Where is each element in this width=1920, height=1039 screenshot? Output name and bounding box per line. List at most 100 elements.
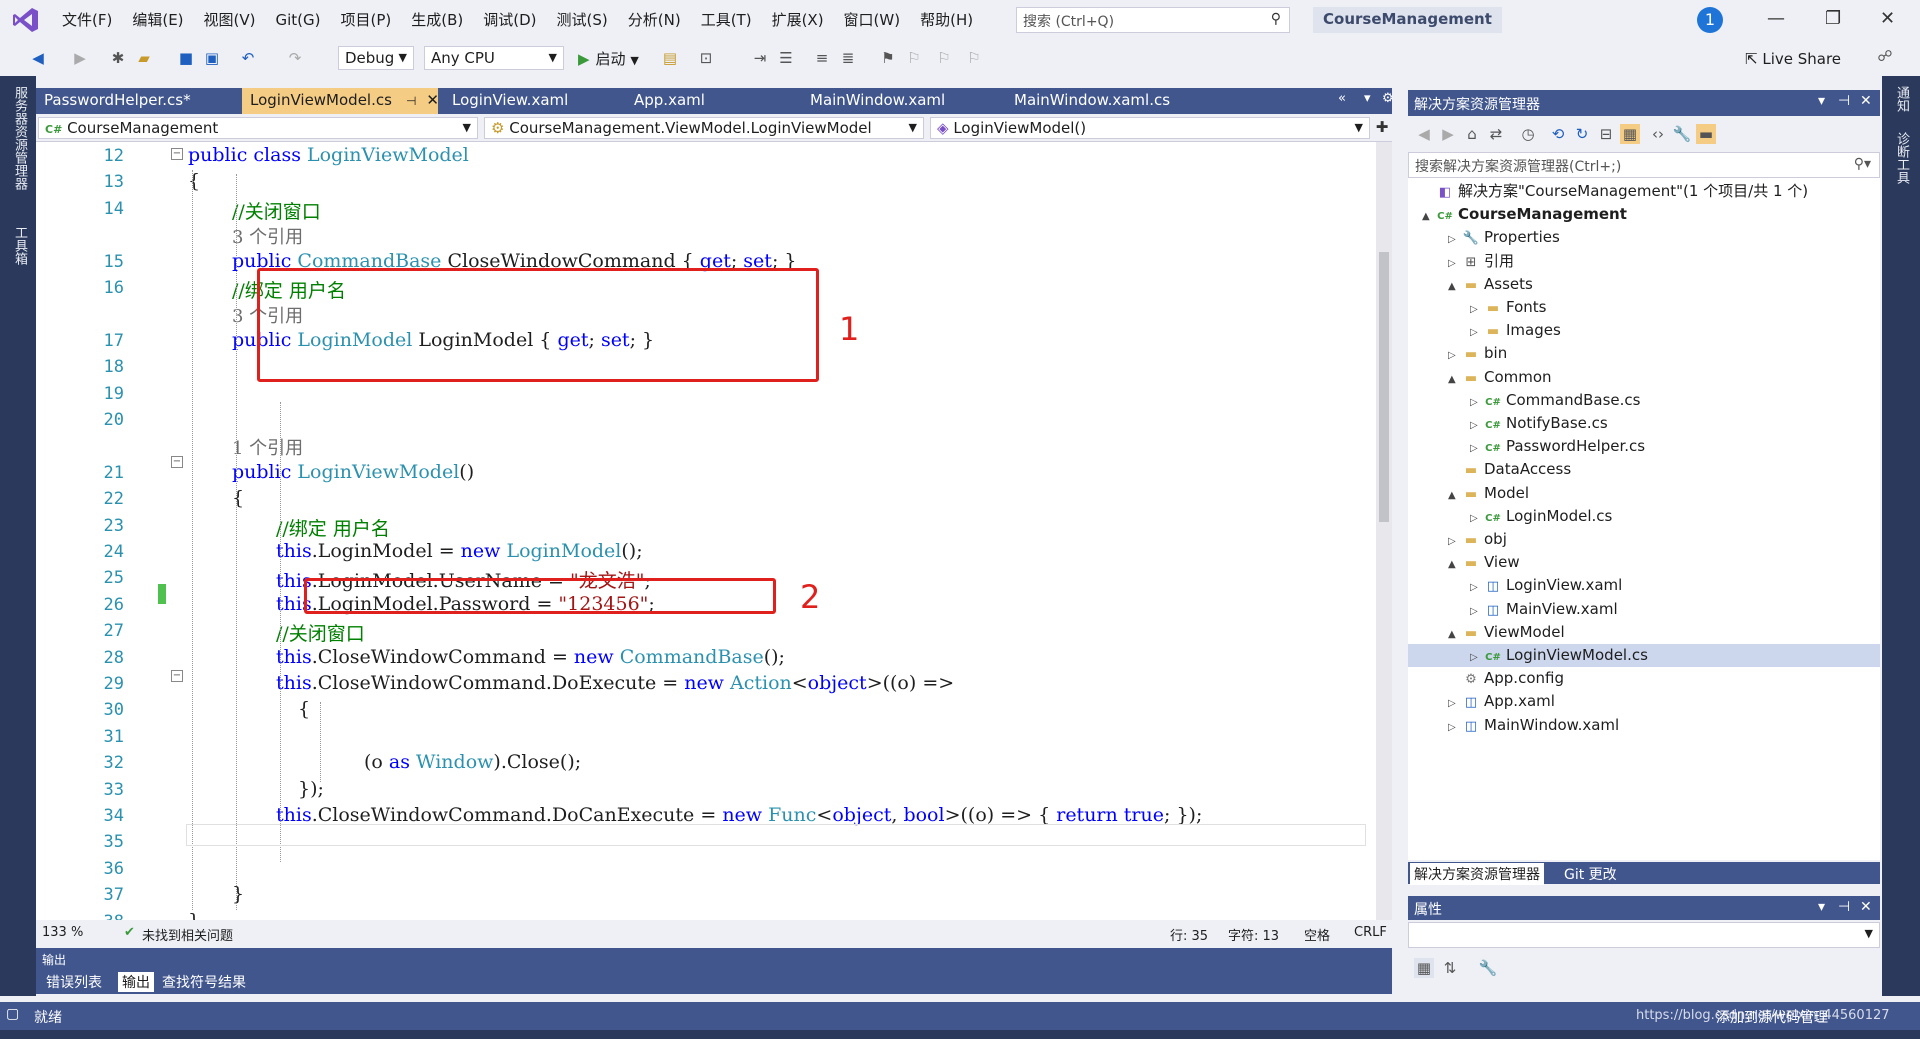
restore-icon[interactable]: ❐ (1825, 8, 1841, 29)
gear-icon[interactable]: ⚙ (1382, 91, 1394, 106)
diagnostic-tools-tab[interactable]: 诊断工具 (1892, 132, 1911, 184)
menu-item[interactable]: 测试(S) (547, 10, 618, 30)
tree-item[interactable]: ▷ C# CommandBase.cs (1408, 389, 1880, 412)
code-line[interactable]: this.CloseWindowCommand = new CommandBas… (276, 646, 785, 668)
menu-item[interactable]: 调试(D) (473, 10, 546, 30)
collapse-icon[interactable]: − (171, 670, 183, 682)
properties-object-select[interactable]: ▼ (1408, 922, 1880, 948)
collapsed-arrow-icon[interactable]: ▷ (1448, 716, 1462, 739)
tree-item[interactable]: ▷ ▬ obj (1408, 528, 1880, 551)
outdent-icon[interactable]: ≣ (838, 48, 858, 68)
sync-icon[interactable]: ⟲ (1548, 124, 1568, 144)
expanded-arrow-icon[interactable]: ▲ (1448, 484, 1462, 507)
indent-icon[interactable]: ≡ (812, 48, 832, 68)
bookmark-icon[interactable]: ⚑ (878, 48, 898, 68)
tab-passwordhelper[interactable]: PasswordHelper.cs* (36, 88, 242, 114)
collapsed-arrow-icon[interactable]: ▷ (1448, 228, 1462, 251)
code-line[interactable]: this.LoginModel = new LoginModel(); (276, 540, 643, 562)
code-line[interactable]: //绑定 用户名 (276, 514, 390, 541)
tree-item[interactable]: ▲ ▬ Assets (1408, 273, 1880, 296)
live-visual-tree-icon[interactable]: ⊡ (696, 48, 716, 68)
tab-solution-explorer[interactable]: 解决方案资源管理器 (1410, 863, 1544, 885)
format-icon[interactable]: ☰ (776, 48, 796, 68)
tree-item[interactable]: ▷ ▬ Images (1408, 319, 1880, 342)
close-icon[interactable]: ✕ (1880, 8, 1895, 29)
expanded-arrow-icon[interactable]: ▲ (1448, 623, 1462, 646)
close-tab-icon[interactable]: ✕ (426, 91, 439, 109)
alphabetical-icon[interactable]: ⇅ (1440, 958, 1460, 978)
tree-item[interactable]: ◧ 解决方案"CourseManagement"(1 个项目/共 1 个) (1408, 180, 1880, 203)
toolbox-tab[interactable]: 工具箱 (10, 226, 29, 265)
tree-item[interactable]: ▷ C# NotifyBase.cs (1408, 412, 1880, 435)
menu-item[interactable]: 扩展(X) (762, 10, 834, 30)
next-bookmark-icon[interactable]: ⚐ (934, 48, 954, 68)
save-all-icon[interactable]: ▣ (202, 48, 222, 68)
collapsed-arrow-icon[interactable]: ▷ (1470, 507, 1484, 530)
code-line[interactable]: this.CloseWindowCommand.DoExecute = new … (276, 672, 954, 694)
code-line[interactable]: { (188, 170, 200, 192)
code-editor[interactable]: 12 public class LoginViewModel 13{14//关闭窗口… (36, 142, 1376, 920)
pin-icon[interactable]: ⊣ (406, 94, 416, 108)
tab-mainwindow-xaml[interactable]: MainWindow.xaml (802, 88, 1002, 114)
save-icon[interactable]: ■ (176, 48, 196, 68)
zoom-level[interactable]: 133 % (42, 925, 83, 940)
tab-loginview-xaml[interactable]: LoginView.xaml (444, 88, 622, 114)
collapsed-arrow-icon[interactable]: ▷ (1448, 692, 1462, 715)
collapsed-arrow-icon[interactable]: ▷ (1448, 252, 1462, 275)
member-dropdown[interactable]: ◈ LoginViewModel() ▼ (930, 117, 1370, 139)
back-icon[interactable]: ◀ (1414, 124, 1434, 144)
minimize-icon[interactable]: — (1767, 8, 1785, 29)
live-share-button[interactable]: ⇱ Live Share (1745, 50, 1841, 68)
tab-loginviewmodel[interactable]: LoginViewModel.cs ⊣ ✕ (242, 88, 439, 114)
new-project-icon[interactable]: ✱ (108, 48, 128, 68)
code-line[interactable]: { (232, 487, 244, 509)
collapsed-arrow-icon[interactable]: ▷ (1470, 298, 1484, 321)
undo-icon[interactable]: ↶ (238, 48, 258, 68)
home-icon[interactable]: ⌂ (1462, 124, 1482, 144)
feedback-icon[interactable]: ☍ (1875, 46, 1895, 66)
expanded-arrow-icon[interactable]: ▲ (1448, 553, 1462, 576)
pin-icon[interactable]: ⊣ (1838, 899, 1850, 915)
project-dropdown[interactable]: C# CourseManagement ▼ (38, 117, 478, 139)
tree-item[interactable]: ▷ C# PasswordHelper.cs (1408, 435, 1880, 458)
add-to-source-control-button[interactable]: 添加到源代码管理 (1716, 1007, 1828, 1027)
close-icon[interactable]: ✕ (1860, 93, 1872, 109)
code-line[interactable]: { (298, 698, 310, 720)
code-line[interactable]: this.CloseWindowCommand.DoCanExecute = n… (276, 804, 1202, 826)
tree-item[interactable]: ▷ C# LoginModel.cs (1408, 505, 1880, 528)
tab-error-list[interactable]: 错误列表 (42, 972, 106, 992)
tab-app-xaml[interactable]: App.xaml (626, 88, 798, 114)
tree-item[interactable]: ▷ C# LoginViewModel.cs (1408, 644, 1880, 667)
search-box[interactable]: 搜索 (Ctrl+Q) ⚲ (1016, 7, 1290, 33)
pin-icon[interactable]: ⊣ (1838, 93, 1850, 109)
tree-item[interactable]: ⚙ App.config (1408, 667, 1880, 690)
tree-item[interactable]: ▷ ◫ MainWindow.xaml (1408, 714, 1880, 737)
tree-item[interactable]: ▲ C# CourseManagement (1408, 203, 1880, 226)
platform-select[interactable]: Any CPU ▼ (424, 46, 564, 70)
clear-bookmarks-icon[interactable]: ⚐ (964, 48, 984, 68)
code-line[interactable]: public class LoginViewModel (188, 144, 469, 166)
expanded-arrow-icon[interactable]: ▲ (1422, 205, 1436, 228)
menu-item[interactable]: 项目(P) (331, 10, 402, 30)
collapsed-arrow-icon[interactable]: ▷ (1448, 530, 1462, 553)
menu-item[interactable]: 文件(F) (52, 10, 122, 30)
tree-item[interactable]: ▲ ▬ View (1408, 551, 1880, 574)
code-line[interactable]: } (188, 910, 200, 920)
codelens-reference[interactable]: 3 个引用 (232, 223, 303, 249)
code-line[interactable]: //关闭窗口 (276, 619, 365, 646)
collapsed-arrow-icon[interactable]: ▷ (1470, 437, 1484, 460)
tree-item[interactable]: ▷ 🔧 Properties (1408, 226, 1880, 249)
tab-mainwindow-xaml-cs[interactable]: MainWindow.xaml.cs (1006, 88, 1216, 114)
tree-item[interactable]: ▲ ▬ ViewModel (1408, 621, 1880, 644)
collapsed-arrow-icon[interactable]: ▷ (1448, 344, 1462, 367)
dropdown-icon[interactable]: ▾ (1818, 93, 1825, 109)
properties-icon[interactable]: 🔧 (1672, 124, 1692, 144)
split-icon[interactable]: ✚ (1372, 117, 1392, 137)
refresh-icon[interactable]: ↻ (1572, 124, 1592, 144)
tree-item[interactable]: ▷ ⊞ 引用 (1408, 250, 1880, 273)
tree-item[interactable]: ▲ ▬ Model (1408, 482, 1880, 505)
menu-item[interactable]: 工具(T) (691, 10, 762, 30)
show-all-files-icon[interactable]: ▦ (1620, 124, 1640, 144)
configuration-select[interactable]: Debug ▼ (338, 46, 414, 70)
tree-item[interactable]: ▷ ◫ App.xaml (1408, 690, 1880, 713)
